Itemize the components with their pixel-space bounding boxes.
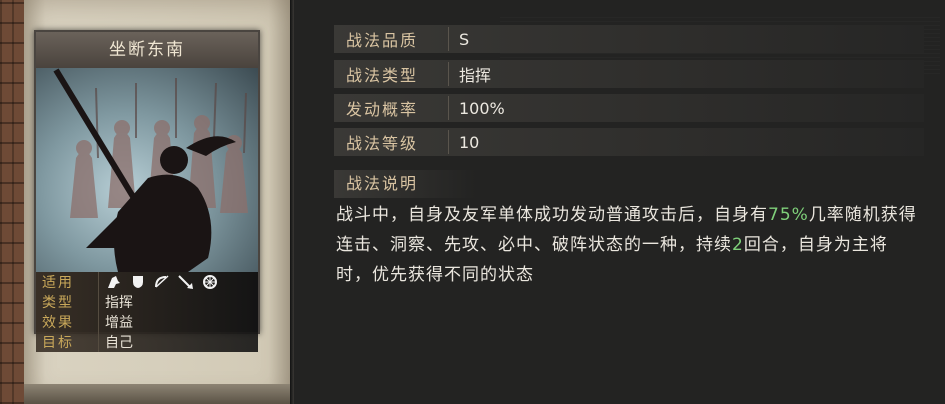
description-title: 战法说明 [334,170,476,198]
detail-value: 100% [459,98,505,118]
description-highlight-rounds: 2 [732,235,744,255]
detail-row-quality: 战法品质 S [334,25,924,53]
prop-row-effect: 效果 增益 [36,312,258,332]
prop-label: 目标 [36,332,99,352]
shield-icon [129,274,147,290]
detail-value: S [459,29,470,49]
panel-divider [290,0,294,404]
prop-row-applicable: 适用 [36,272,258,292]
detail-row-level: 战法等级 10 [334,128,924,156]
skill-description: 战法说明 战斗中，自身及友军单体成功发动普通攻击后，自身有75%几率随机获得连击… [334,170,924,300]
skill-name: 坐断东南 [36,32,258,69]
detail-label: 战法等级 [334,130,449,154]
prop-label: 类型 [36,292,99,312]
prop-value: 指挥 [105,295,133,311]
prop-value: 增益 [105,315,133,331]
detail-label: 发动概率 [334,96,449,120]
bow-icon [153,274,171,290]
description-text: 战斗中，自身及友军单体成功发动普通攻击后，自身有75%几率随机获得连击、洞察、先… [336,200,921,290]
detail-value: 指挥 [459,66,492,85]
prop-row-target: 目标 自己 [36,332,258,352]
prop-row-type: 类型 指挥 [36,292,258,312]
wheel-icon [201,274,219,290]
scroll-roller [24,384,290,404]
spear-icon [177,274,195,290]
warrior-silhouette-art [53,68,248,272]
brick-wall [0,0,24,404]
prop-label: 效果 [36,312,99,332]
detail-label: 战法品质 [334,27,449,51]
detail-value: 10 [459,132,480,152]
troop-type-icons [105,274,219,290]
description-part: 战斗中，自身及友军单体成功发动普通攻击后，自身有 [336,205,768,225]
skill-card[interactable]: 坐断东南 适用 类型 指挥 效果 增益 目标 自己 [34,30,260,352]
skill-artwork [36,68,258,272]
detail-row-type: 战法类型 指挥 [334,60,924,88]
prop-label: 适用 [36,272,99,292]
prop-value: 自己 [105,335,133,351]
detail-row-probability: 发动概率 100% [334,94,924,122]
skill-properties: 适用 类型 指挥 效果 增益 目标 自己 [36,272,258,352]
detail-label: 战法类型 [334,62,449,86]
cavalry-icon [105,274,123,290]
description-highlight-chance: 75% [768,205,809,225]
